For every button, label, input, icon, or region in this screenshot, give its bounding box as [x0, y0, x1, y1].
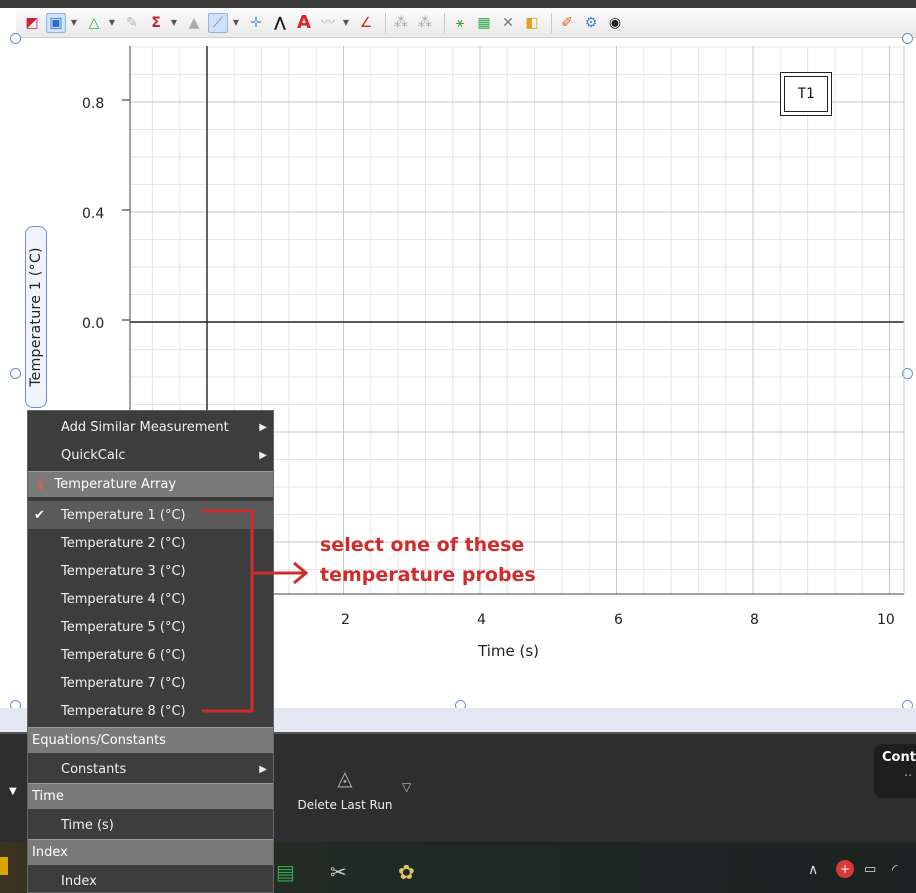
- delete-run-icon: ◬: [337, 766, 353, 790]
- slope-icon[interactable]: ∠: [356, 13, 376, 33]
- menu-item-label: Temperature 2 (°C): [61, 535, 186, 551]
- submenu-arrow-icon: ▶: [259, 763, 267, 775]
- x-tick-label: 4: [477, 612, 486, 628]
- section-index: Index: [28, 839, 273, 865]
- cont-label: Cont: [882, 750, 916, 765]
- eye-icon[interactable]: ◉: [605, 13, 625, 33]
- continuous-panel[interactable]: Cont ..: [874, 744, 916, 798]
- chevron-down-icon[interactable]: ▼: [70, 13, 78, 33]
- legend-label: T1: [784, 76, 828, 112]
- pin-icon[interactable]: ✐: [557, 13, 577, 33]
- chevron-down-icon[interactable]: ▽: [402, 780, 411, 794]
- file-explorer-icon[interactable]: [0, 857, 8, 875]
- x-tick-label: 10: [877, 612, 895, 628]
- section-equations-constants: Equations/Constants: [28, 727, 273, 753]
- delete-last-run-button[interactable]: ◬ Delete Last Run: [290, 766, 400, 812]
- annotation-text: select one of these temperature probes: [320, 530, 536, 590]
- app-window: ◩ ▣ ▼ △ ▼ ✎ Σ ▼ ▲ ⟋ ▼ ✛ ⋀ A 〰 ▼ ∠ ⁂ ⁂ ⚹ …: [0, 0, 916, 893]
- gear-icon[interactable]: ⚙: [581, 13, 601, 33]
- legend-box[interactable]: T1: [780, 72, 832, 116]
- chevron-down-icon[interactable]: ▼: [170, 13, 178, 33]
- menu-item-label: Constants: [61, 761, 127, 777]
- chevron-down-icon[interactable]: ▼: [232, 13, 240, 33]
- section-label: Index: [32, 845, 68, 860]
- x-tick-label: 6: [614, 612, 623, 628]
- menu-item-add-similar-measurement[interactable]: Add Similar Measurement ▶: [28, 413, 273, 441]
- triangle-shape-icon[interactable]: △: [84, 13, 104, 33]
- delete-last-run-label: Delete Last Run: [297, 798, 393, 812]
- menu-item-quickcalc[interactable]: QuickCalc ▶: [28, 441, 273, 469]
- thermometer-icon: 🌡: [32, 477, 49, 492]
- expand-triangle-icon[interactable]: ▼: [9, 786, 17, 797]
- submenu-arrow-icon: ▶: [259, 421, 267, 433]
- menu-item-label: Time (s): [61, 817, 114, 833]
- excel-icon[interactable]: ▤: [276, 860, 295, 884]
- y-tick-label: 0.0: [82, 316, 105, 332]
- curve-fit-icon[interactable]: ⟋: [208, 12, 228, 33]
- autoscale-icon[interactable]: ◩: [22, 13, 42, 33]
- section-label: Equations/Constants: [32, 733, 166, 748]
- cont-sub: ..: [904, 765, 913, 780]
- graph-options-icon[interactable]: ▣: [46, 12, 66, 33]
- menu-item-label: Temperature 1 (°C): [61, 507, 186, 523]
- network-alert-icon[interactable]: +: [836, 860, 854, 878]
- menu-item-label: Add Similar Measurement: [61, 419, 229, 435]
- x-tick-label: 2: [341, 612, 350, 628]
- chevron-down-icon[interactable]: ▼: [342, 13, 350, 33]
- signal-icon[interactable]: 〰: [318, 13, 338, 33]
- zoom-out-icon[interactable]: ⁂: [415, 13, 435, 33]
- menu-item-label: QuickCalc: [61, 447, 126, 463]
- layers-icon[interactable]: ◧: [522, 13, 542, 33]
- zoom-in-icon[interactable]: ⁂: [391, 13, 411, 33]
- section-time: Time: [28, 783, 273, 809]
- x-axis-label[interactable]: Time (s): [478, 642, 539, 660]
- tray-chevron-up-icon[interactable]: ∧: [808, 862, 818, 878]
- menu-item-label: Temperature 5 (°C): [61, 619, 186, 635]
- menu-item-constants[interactable]: Constants ▶: [28, 755, 273, 783]
- menu-item-label: Temperature 3 (°C): [61, 563, 186, 579]
- window-top-strip: [0, 0, 916, 8]
- menu-item-label: Index: [61, 873, 97, 889]
- menu-item-label: Temperature 6 (°C): [61, 647, 186, 663]
- x-tick-label: 8: [750, 612, 759, 628]
- y-axis-label-button[interactable]: Temperature 1 (°C): [25, 226, 47, 408]
- eraser-icon[interactable]: ✎: [122, 13, 142, 33]
- annotation-line-2: temperature probes: [320, 564, 536, 586]
- menu-item-time[interactable]: Time (s): [28, 811, 273, 839]
- y-tick-label: 0.8: [82, 96, 105, 112]
- annotation-icon[interactable]: A: [294, 12, 314, 33]
- crosshair-icon[interactable]: ✛: [246, 13, 266, 33]
- area-icon[interactable]: ▲: [184, 13, 204, 33]
- section-label: Time: [32, 789, 64, 804]
- delete-icon[interactable]: ✕: [498, 13, 518, 33]
- menu-item-label: Temperature 4 (°C): [61, 591, 186, 607]
- graph-toolbar: ◩ ▣ ▼ △ ▼ ✎ Σ ▼ ▲ ⟋ ▼ ✛ ⋀ A 〰 ▼ ∠ ⁂ ⁂ ⚹ …: [16, 8, 916, 38]
- section-label: Temperature Array: [54, 477, 177, 492]
- wifi-icon[interactable]: ◜: [892, 862, 897, 878]
- checkmark-icon: ✔: [34, 507, 45, 523]
- submenu-arrow-icon: ▶: [259, 449, 267, 461]
- annotation-bracket: [202, 509, 309, 713]
- chevron-down-icon[interactable]: ▼: [108, 13, 116, 33]
- snipping-tool-icon[interactable]: ✂: [330, 860, 347, 884]
- section-temperature-array: 🌡 Temperature Array: [28, 471, 273, 497]
- tangent-icon[interactable]: ⋀: [270, 13, 290, 33]
- menu-item-label: Temperature 8 (°C): [61, 703, 186, 719]
- battery-icon[interactable]: ▭: [864, 862, 876, 877]
- annotation-line-1: select one of these: [320, 534, 525, 556]
- strike-icon[interactable]: ⚹: [450, 13, 470, 33]
- menu-item-index[interactable]: Index: [28, 867, 273, 893]
- y-tick-label: 0.4: [82, 206, 105, 222]
- menu-item-label: Temperature 7 (°C): [61, 675, 186, 691]
- sigma-icon[interactable]: Σ: [146, 13, 166, 33]
- paint-icon[interactable]: ✿: [398, 860, 415, 884]
- select-region-icon[interactable]: ▦: [474, 13, 494, 33]
- y-axis-label: Temperature 1 (°C): [28, 247, 44, 387]
